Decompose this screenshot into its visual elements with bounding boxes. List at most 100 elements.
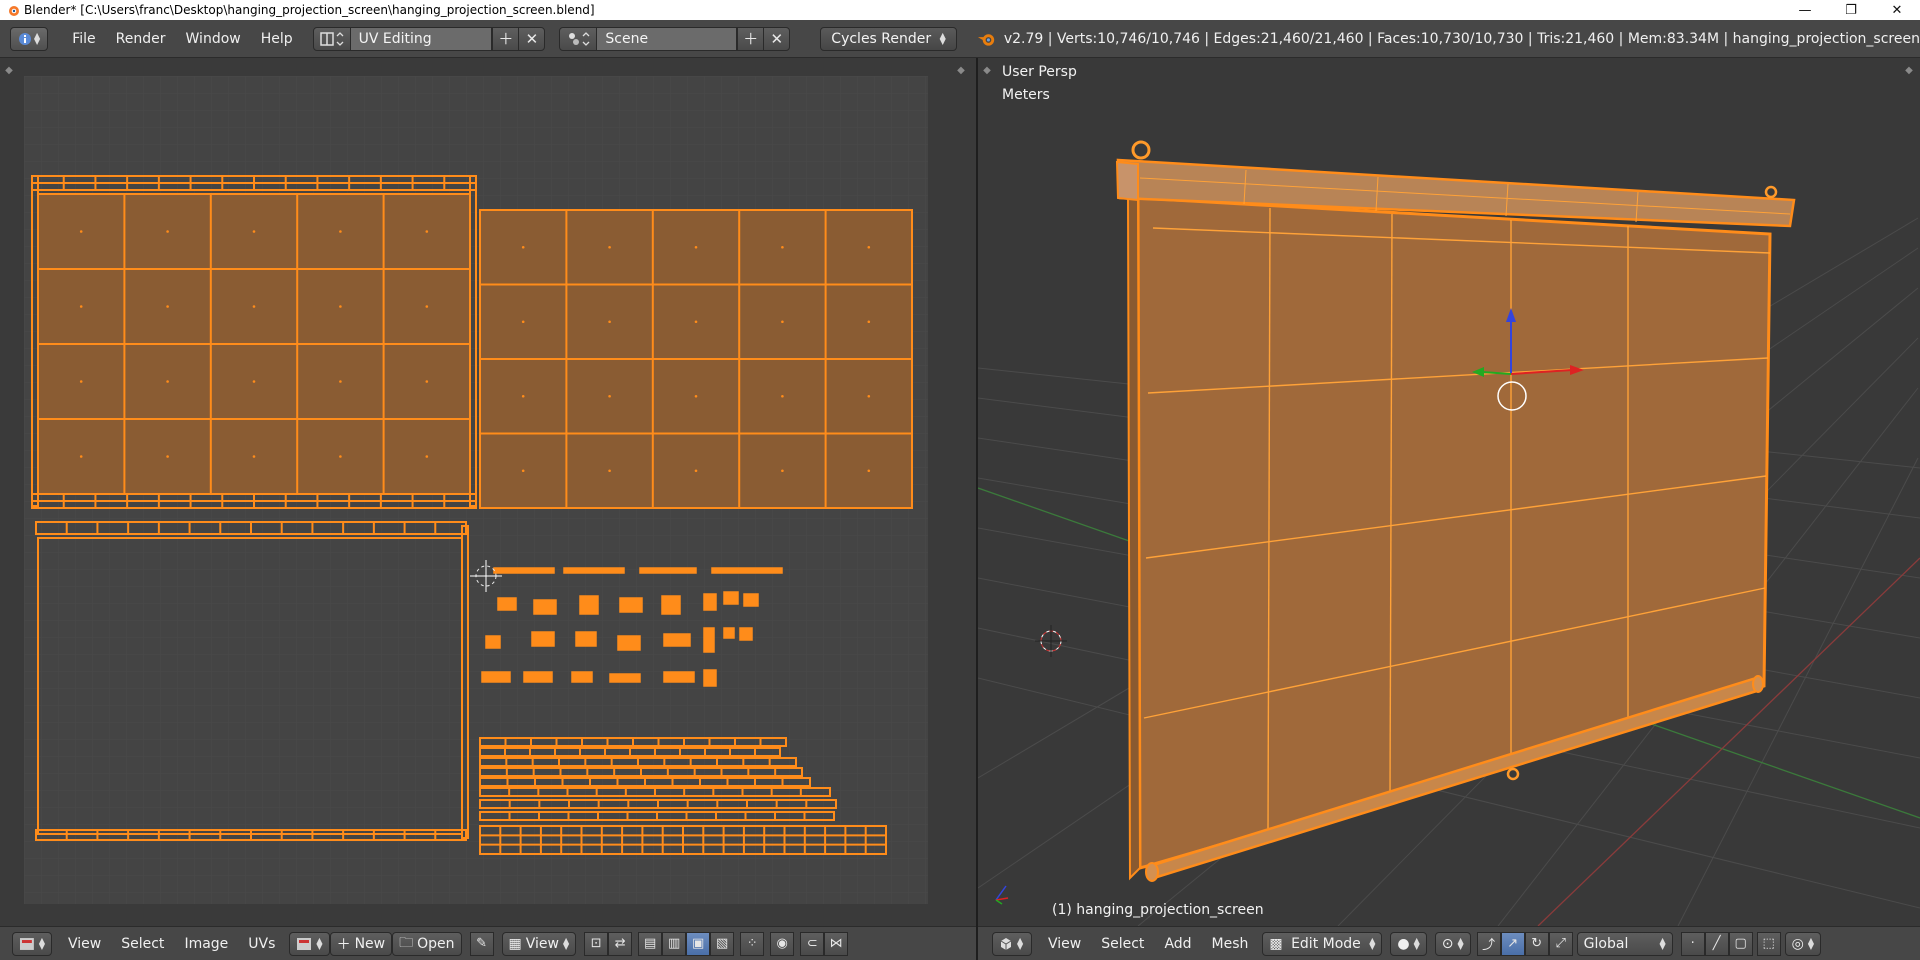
uv-island-small[interactable] [575, 631, 597, 647]
close-window-button[interactable]: ✕ [1874, 0, 1920, 20]
scene-icon[interactable] [560, 28, 596, 50]
browse-image-button[interactable]: ▲ ▼ [289, 931, 330, 956]
view-mode-dropdown[interactable]: ▦ View ▲ ▼ [501, 931, 577, 956]
face-dot [694, 469, 698, 473]
uv-island-small[interactable] [703, 593, 717, 611]
proportional-icon: ◎ [1791, 935, 1804, 952]
interaction-mode-label: Edit Mode [1291, 935, 1361, 952]
screen-layout-name[interactable]: UV Editing [349, 27, 493, 50]
restore-button[interactable]: ❐ [1828, 0, 1874, 20]
face-select-mode-icon[interactable]: ▢ [1728, 931, 1753, 956]
pivot-icon[interactable]: ⊡ [584, 931, 609, 956]
edge-select-mode-icon[interactable]: ╱ [1704, 931, 1729, 956]
uv-island-small[interactable] [619, 597, 643, 613]
uv-island-small[interactable] [531, 631, 555, 647]
uv-island-small[interactable] [723, 627, 735, 639]
uv-island-small[interactable] [639, 567, 697, 574]
uv-menu-select[interactable]: Select [111, 932, 174, 956]
viewport-menu-select[interactable]: Select [1091, 932, 1154, 956]
uv-island-small[interactable] [661, 595, 681, 615]
interaction-mode-dropdown[interactable]: ▩ Edit Mode ▲ ▼ [1262, 931, 1383, 956]
uv-editor-type-selector[interactable]: ▲ ▼ [12, 931, 52, 956]
area-corner-icon[interactable]: ◆ [954, 64, 968, 78]
uv-island-small[interactable] [663, 671, 695, 683]
uv-island-small[interactable] [609, 673, 641, 683]
face-dot [339, 380, 342, 383]
editor-type-selector[interactable]: ▲ ▼ [10, 26, 49, 51]
uv-island-small[interactable] [485, 635, 501, 649]
snap-icon[interactable]: ⊂ [800, 931, 825, 956]
uv-island-small[interactable] [579, 595, 599, 615]
face-dot [425, 305, 429, 308]
minimize-button[interactable]: — [1782, 0, 1828, 20]
scene-name[interactable]: Scene [596, 27, 738, 50]
rotate-manipulator-icon[interactable]: ↻ [1524, 931, 1549, 956]
viewport-menu-add[interactable]: Add [1154, 932, 1201, 956]
uv-island-small[interactable] [497, 597, 517, 611]
delete-scene-button[interactable]: ✕ [763, 27, 789, 50]
3d-cursor-icon[interactable] [1035, 625, 1067, 657]
transform-orientation-dropdown[interactable]: Global ▲ ▼ [1576, 931, 1673, 956]
uv-island-small[interactable] [493, 567, 555, 574]
uv-sync-icon[interactable]: ⇄ [608, 931, 633, 956]
proportional-edit-icon[interactable]: ◉ [770, 931, 795, 956]
screen-layout-field[interactable]: UV Editing ＋ ✕ [312, 26, 546, 51]
uv-menu-uvs[interactable]: UVs [238, 932, 285, 956]
uv-island-small[interactable] [663, 633, 691, 647]
pin-icon[interactable]: ✎ [469, 931, 494, 956]
menu-window[interactable]: Window [176, 27, 251, 51]
uv-island-small[interactable] [563, 567, 625, 574]
uv-island-small[interactable] [571, 671, 593, 683]
scene-field[interactable]: Scene ＋ ✕ [559, 26, 791, 51]
edge-select-icon[interactable]: ▥ [662, 931, 687, 956]
face-dot [166, 230, 169, 233]
projection-screen-mesh[interactable] [1115, 140, 1796, 882]
island-select-icon[interactable]: ▧ [710, 931, 735, 956]
menu-help[interactable]: Help [251, 27, 303, 51]
uv-menu-image[interactable]: Image [174, 932, 238, 956]
uv-island-small[interactable] [617, 635, 641, 651]
area-corner-icon[interactable]: ◆ [2, 64, 16, 78]
viewport-editor-type-selector[interactable]: ▲ ▼ [992, 931, 1032, 956]
pivot-point-dropdown[interactable]: ⊙ ▲ ▼ [1434, 931, 1471, 956]
delete-screen-button[interactable]: ✕ [518, 27, 544, 50]
uv-menu-view[interactable]: View [58, 932, 111, 956]
uv-island-small[interactable] [703, 627, 715, 653]
uv-island-small[interactable] [743, 593, 759, 607]
uv-island-small[interactable] [481, 671, 511, 683]
viewport-menu-mesh[interactable]: Mesh [1202, 932, 1259, 956]
vertex-select-icon[interactable]: ▤ [638, 931, 663, 956]
screen-layout-icon[interactable] [314, 28, 350, 50]
uv-island-small[interactable] [533, 599, 557, 615]
uv-island-small[interactable] [711, 567, 783, 574]
viewport-scene[interactable] [978, 58, 1920, 926]
snap-target-icon[interactable]: ⋈ [824, 931, 849, 956]
uv-image-editor[interactable]: ◆ ◆ [0, 58, 976, 926]
face-dot [608, 320, 611, 324]
open-image-button[interactable]: 🗀 Open [392, 931, 462, 956]
uv-island-small[interactable] [703, 669, 717, 687]
uv-layout-canvas[interactable] [24, 76, 928, 904]
menu-file[interactable]: File [62, 27, 105, 51]
limit-selection-icon[interactable]: ⬚ [1756, 931, 1781, 956]
scene-statistics: v2.79 | Verts:10,746/10,746 | Edges:21,4… [1003, 30, 1920, 47]
scale-manipulator-icon[interactable]: ⤢ [1548, 931, 1573, 956]
render-engine-dropdown[interactable]: Cycles Render ▲ ▼ [820, 26, 957, 51]
view-mode-label: View [525, 935, 559, 952]
manipulator-toggle-icon[interactable]: ⤴ [1476, 931, 1501, 956]
new-image-button[interactable]: ＋ New [329, 931, 393, 956]
vertex-select-mode-icon[interactable]: · [1680, 931, 1705, 956]
uv-island-small[interactable] [723, 591, 739, 605]
menu-render[interactable]: Render [106, 27, 176, 51]
viewport-shading-dropdown[interactable]: ● ▲ ▼ [1390, 931, 1427, 956]
face-select-icon[interactable]: ▣ [686, 931, 711, 956]
add-screen-button[interactable]: ＋ [492, 27, 518, 50]
sticky-select-icon[interactable]: ⁘ [740, 931, 765, 956]
uv-island-small[interactable] [739, 627, 753, 641]
3d-viewport[interactable]: ◆ ◆ User Persp Meters (1) hanging_projec… [978, 58, 1920, 926]
add-scene-button[interactable]: ＋ [737, 27, 763, 50]
uv-island-small[interactable] [523, 671, 553, 683]
viewport-menu-view[interactable]: View [1038, 932, 1091, 956]
translate-manipulator-icon[interactable]: ↗ [1500, 931, 1525, 956]
proportional-editing-dropdown[interactable]: ◎ ▲ ▼ [1784, 931, 1822, 956]
